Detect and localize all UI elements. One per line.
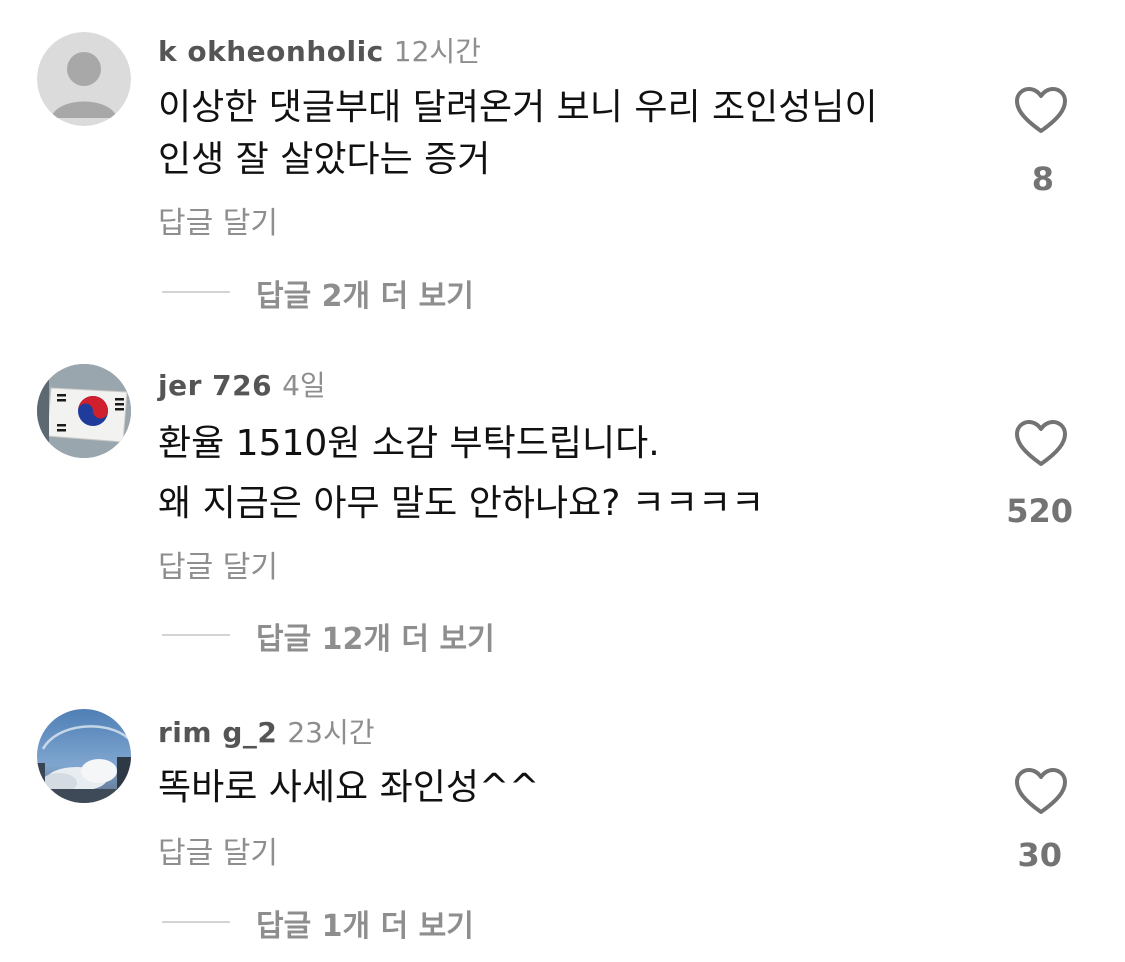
comment-line: 똑바로 사세요 좌인성^^ [158, 767, 540, 808]
comment-line: 환율 1510원 소감 부탁드립니다. [158, 423, 660, 464]
comment-time: 12시간 [393, 35, 481, 68]
default-profile-icon [37, 32, 131, 126]
like-button[interactable] [1014, 419, 1068, 469]
avatar[interactable] [37, 32, 131, 126]
avatar[interactable] [37, 709, 131, 803]
comment-meta: rim g_2 23시간 [158, 711, 375, 751]
username[interactable]: jer 726 [158, 369, 272, 402]
comment-line: 인생 잘 살았다는 증거 [158, 139, 491, 180]
comment-time: 23시간 [287, 716, 375, 749]
view-more-replies-button[interactable]: 답글 12개 더 보기 [256, 614, 495, 658]
like-count: 8 [1031, 160, 1054, 198]
heart-icon [1015, 420, 1067, 466]
like-button[interactable] [1014, 86, 1068, 136]
comment-line: 이상한 댓글부대 달려온거 보니 우리 조인성님이 [158, 87, 878, 128]
comment-text: 똑바로 사세요 좌인성^^ [158, 762, 978, 814]
heart-icon [1015, 87, 1067, 133]
view-more-replies-button[interactable]: 답글 1개 더 보기 [256, 901, 474, 945]
like-count: 30 [1017, 836, 1062, 874]
korean-flag-icon [37, 364, 131, 458]
replies-divider [162, 291, 230, 293]
like-count: 520 [1006, 492, 1073, 530]
comment-text: 환율 1510원 소감 부탁드립니다. 왜 지금은 아무 말도 안하나요? ㅋㅋ… [158, 414, 978, 534]
comment-text: 이상한 댓글부대 달려온거 보니 우리 조인성님이 인생 잘 살았다는 증거 [158, 82, 978, 186]
username[interactable]: rim g_2 [158, 716, 277, 749]
comment-line: 왜 지금은 아무 말도 안하나요? ㅋㅋㅋㅋ [158, 483, 765, 524]
comment-meta: jer 726 4일 [158, 364, 326, 404]
heart-icon [1015, 768, 1067, 814]
replies-divider [162, 921, 230, 923]
view-more-replies-button[interactable]: 답글 2개 더 보기 [256, 271, 474, 315]
sky-clouds-icon [37, 709, 131, 803]
reply-button[interactable]: 답글 달기 [158, 542, 278, 586]
comment-meta: k okheonholic 12시간 [158, 30, 481, 70]
replies-divider [162, 634, 230, 636]
username[interactable]: k okheonholic [158, 35, 384, 68]
comment-time: 4일 [282, 369, 326, 402]
like-button[interactable] [1014, 767, 1068, 817]
avatar[interactable] [37, 364, 131, 458]
reply-button[interactable]: 답글 달기 [158, 198, 278, 242]
reply-button[interactable]: 답글 달기 [158, 828, 278, 872]
